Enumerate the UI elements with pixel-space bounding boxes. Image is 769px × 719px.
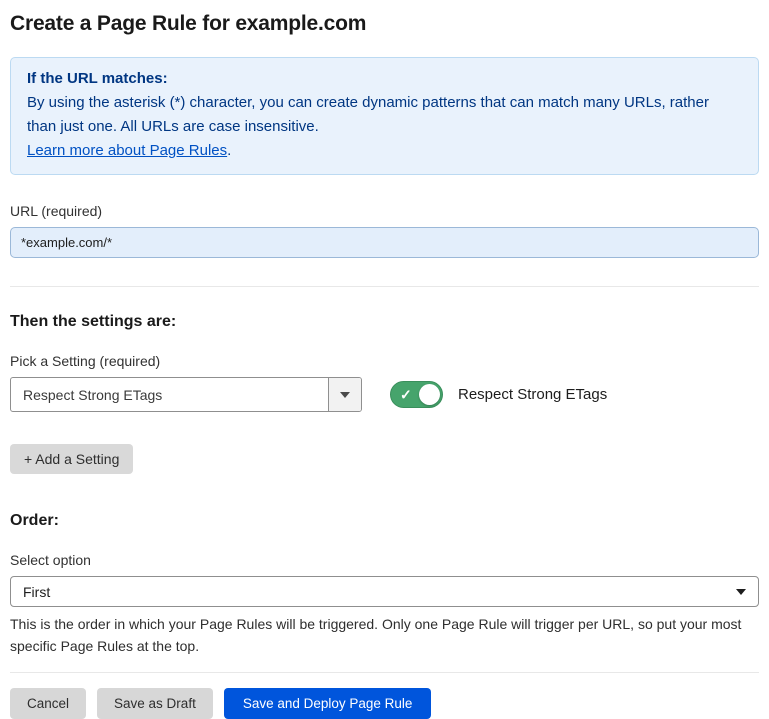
setting-row: Respect Strong ETags ✓ Respect Strong ET… [10, 377, 759, 412]
settings-heading: Then the settings are: [10, 313, 759, 331]
page-title: Create a Page Rule for example.com [10, 0, 759, 36]
footer-divider [10, 672, 759, 673]
info-box-body: By using the asterisk (*) character, you… [27, 91, 742, 139]
url-match-info-box: If the URL matches: By using the asteris… [10, 57, 759, 175]
chevron-down-icon [736, 589, 746, 595]
setting-select-value: Respect Strong ETags [11, 387, 162, 403]
order-help-text: This is the order in which your Page Rul… [10, 613, 755, 657]
setting-select-caret-button[interactable] [328, 378, 361, 411]
pick-setting-label: Pick a Setting (required) [10, 353, 759, 369]
save-draft-button[interactable]: Save as Draft [97, 688, 213, 719]
chevron-down-icon [340, 392, 350, 398]
page-rule-form: Create a Page Rule for example.com If th… [0, 0, 769, 719]
url-input[interactable] [10, 227, 759, 258]
setting-toggle-label: Respect Strong ETags [458, 386, 607, 403]
url-field-label: URL (required) [10, 203, 759, 219]
toggle-knob [419, 384, 440, 405]
actions-row: Cancel Save as Draft Save and Deploy Pag… [10, 688, 759, 719]
info-box-link-line: Learn more about Page Rules. [27, 139, 742, 163]
link-period: . [227, 142, 231, 159]
check-icon: ✓ [400, 387, 412, 401]
order-select-value: First [23, 584, 50, 600]
setting-toggle[interactable]: ✓ [390, 381, 443, 408]
info-box-heading: If the URL matches: [27, 67, 742, 91]
setting-select[interactable]: Respect Strong ETags [10, 377, 362, 412]
order-select[interactable]: First [10, 576, 759, 607]
add-setting-button[interactable]: + Add a Setting [10, 444, 133, 474]
order-heading: Order: [10, 512, 759, 530]
section-divider [10, 286, 759, 287]
order-select-label: Select option [10, 552, 759, 568]
cancel-button[interactable]: Cancel [10, 688, 86, 719]
learn-more-link[interactable]: Learn more about Page Rules [27, 142, 227, 159]
save-deploy-button[interactable]: Save and Deploy Page Rule [224, 688, 432, 719]
